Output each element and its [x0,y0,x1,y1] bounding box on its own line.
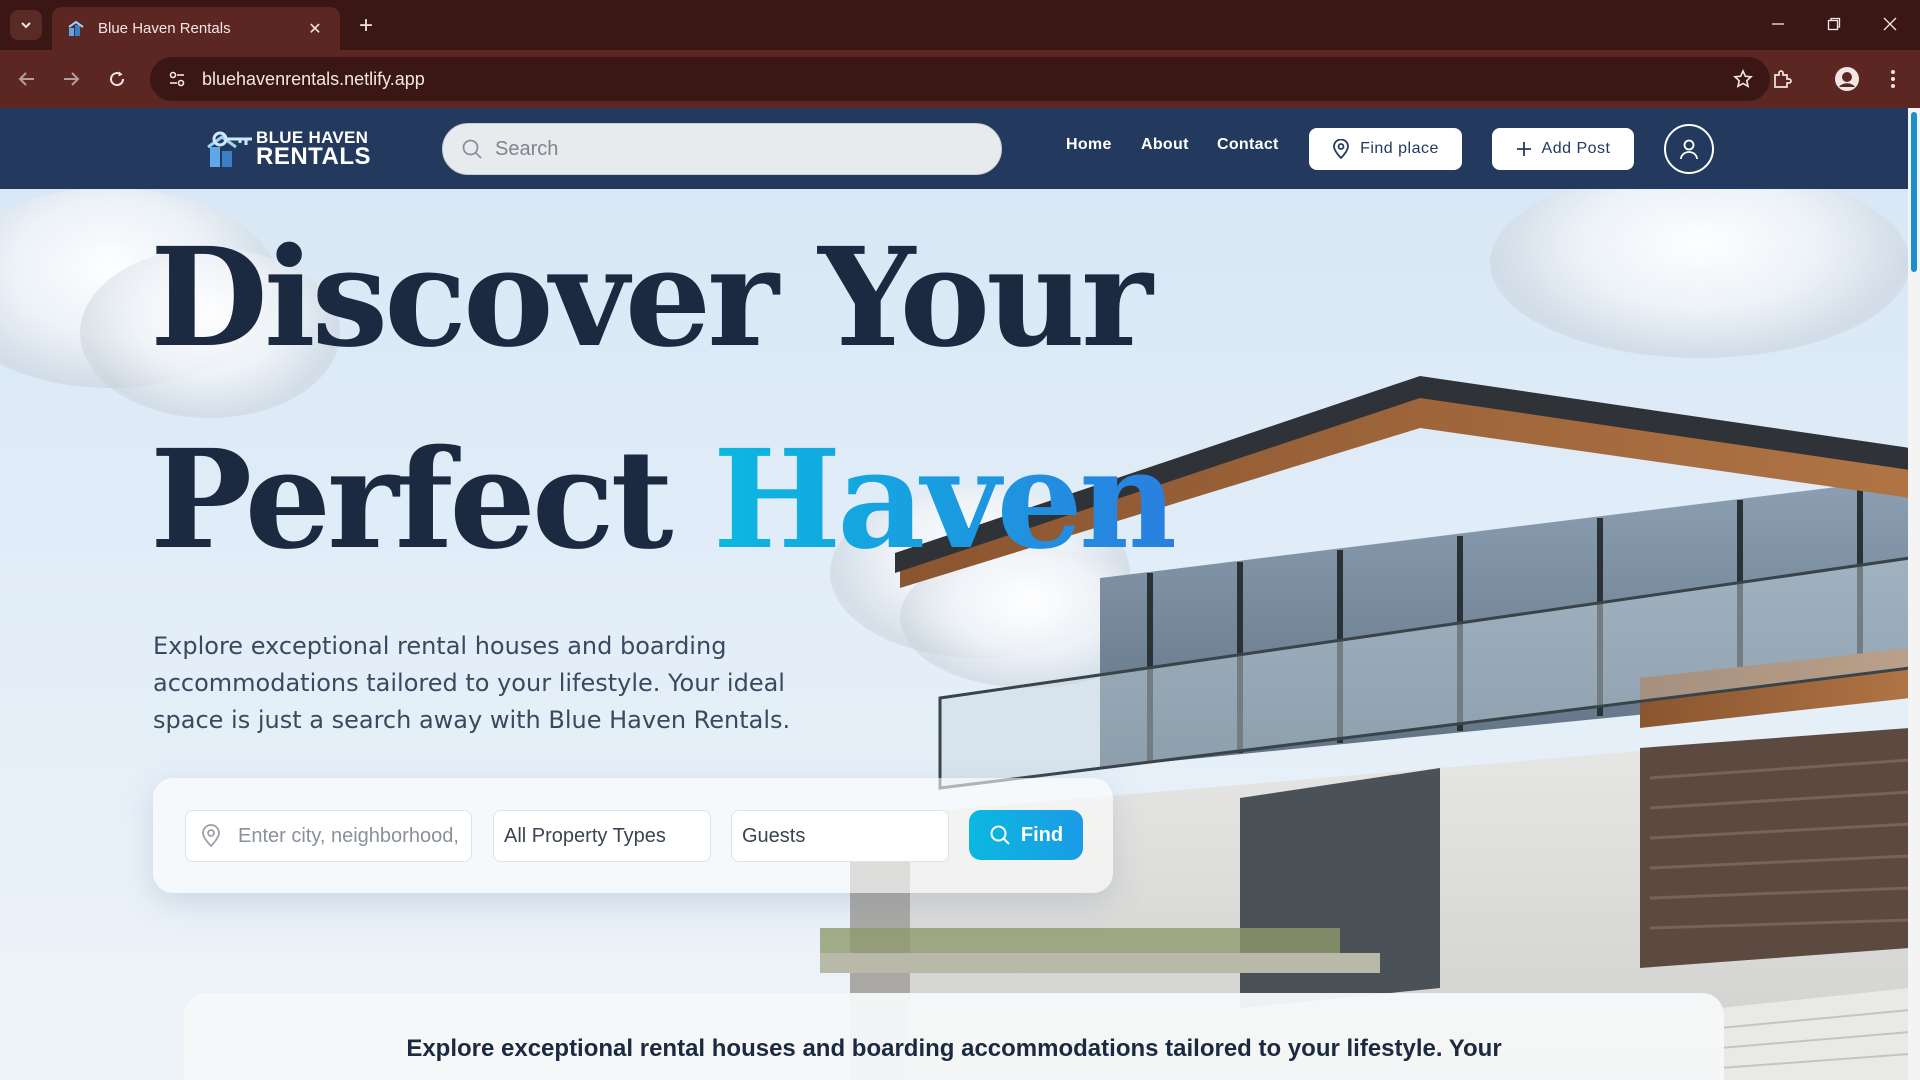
chevron-down-icon [21,22,31,29]
find-label: Find [1020,823,1064,846]
intro-card-text: Explore exceptional rental houses and bo… [406,1035,1502,1062]
reload-icon[interactable] [100,62,134,96]
find-place-button[interactable]: Find place [1309,128,1462,170]
forward-icon[interactable] [54,62,88,96]
location-input[interactable]: Enter city, neighborhood, [185,810,472,862]
tab-search-button[interactable] [10,10,42,40]
cloud-decoration [1490,168,1908,358]
nav-about-link[interactable]: About [1141,136,1189,154]
property-type-select[interactable]: All Property Types [493,810,711,862]
browser-menu-icon[interactable] [1876,62,1910,96]
site-search-input[interactable]: Search [442,123,1002,175]
map-pin-icon [1333,139,1349,159]
guests-input[interactable]: Guests [731,810,949,862]
logo-line2: RENTALS [256,143,372,170]
property-search-panel: Enter city, neighborhood, All Property T… [153,778,1113,893]
location-pin-icon [202,824,220,848]
url-text: bluehavenrentals.netlify.app [202,68,425,89]
site-navbar: BLUE HAVEN RENTALS Search Home About Con… [0,108,1908,189]
house-key-logo-icon [207,131,252,167]
hero-title-accent: Haven [712,420,1178,580]
extensions-icon[interactable] [1765,62,1799,96]
bookmark-star-icon[interactable] [1726,62,1760,96]
favicon-icon [66,19,86,39]
scrollbar-thumb[interactable] [1911,112,1917,272]
page-scrollbar[interactable] [1908,108,1920,1080]
search-placeholder: Search [495,137,559,160]
tab-title: Blue Haven Rentals [98,20,231,37]
hero-title-line2: Perfect Haven [150,420,1178,580]
close-tab-icon[interactable]: ✕ [304,18,326,40]
search-icon [990,825,1010,845]
nav-home-link[interactable]: Home [1066,136,1112,154]
user-account-button[interactable] [1664,124,1714,174]
new-tab-button[interactable]: + [352,12,380,40]
site-info-icon[interactable] [164,66,190,92]
nav-contact-link[interactable]: Contact [1217,136,1279,154]
site-logo[interactable]: BLUE HAVEN RENTALS [206,128,374,170]
search-icon [462,139,482,159]
intro-card: Explore exceptional rental houses and bo… [184,993,1724,1080]
page-viewport: BLUE HAVEN RENTALS Search Home About Con… [0,108,1908,1080]
hero-title-line1: Discover Your [150,218,1153,378]
browser-toolbar: bluehavenrentals.netlify.app [0,50,1920,108]
close-window-icon[interactable] [1862,8,1918,40]
hero-description: Explore exceptional rental houses and bo… [153,632,791,734]
browser-tab-bar: Blue Haven Rentals ✕ + [0,0,1920,50]
property-type-value: All Property Types [504,824,666,847]
profile-avatar-icon[interactable] [1830,62,1864,96]
plus-icon [1516,142,1531,156]
guests-placeholder: Guests [742,824,806,847]
user-icon [1680,139,1698,160]
add-post-label: Add Post [1541,140,1611,157]
back-icon[interactable] [10,62,44,96]
find-place-label: Find place [1360,140,1439,157]
minimize-icon[interactable] [1750,8,1806,40]
address-bar[interactable]: bluehavenrentals.netlify.app [150,57,1770,101]
hero-title-plain: Perfect [150,420,673,580]
restore-icon[interactable] [1806,8,1862,40]
browser-tab[interactable]: Blue Haven Rentals ✕ [52,7,340,50]
find-button[interactable]: Find [969,810,1083,860]
add-post-button[interactable]: Add Post [1492,128,1634,170]
location-placeholder: Enter city, neighborhood, [238,824,459,847]
